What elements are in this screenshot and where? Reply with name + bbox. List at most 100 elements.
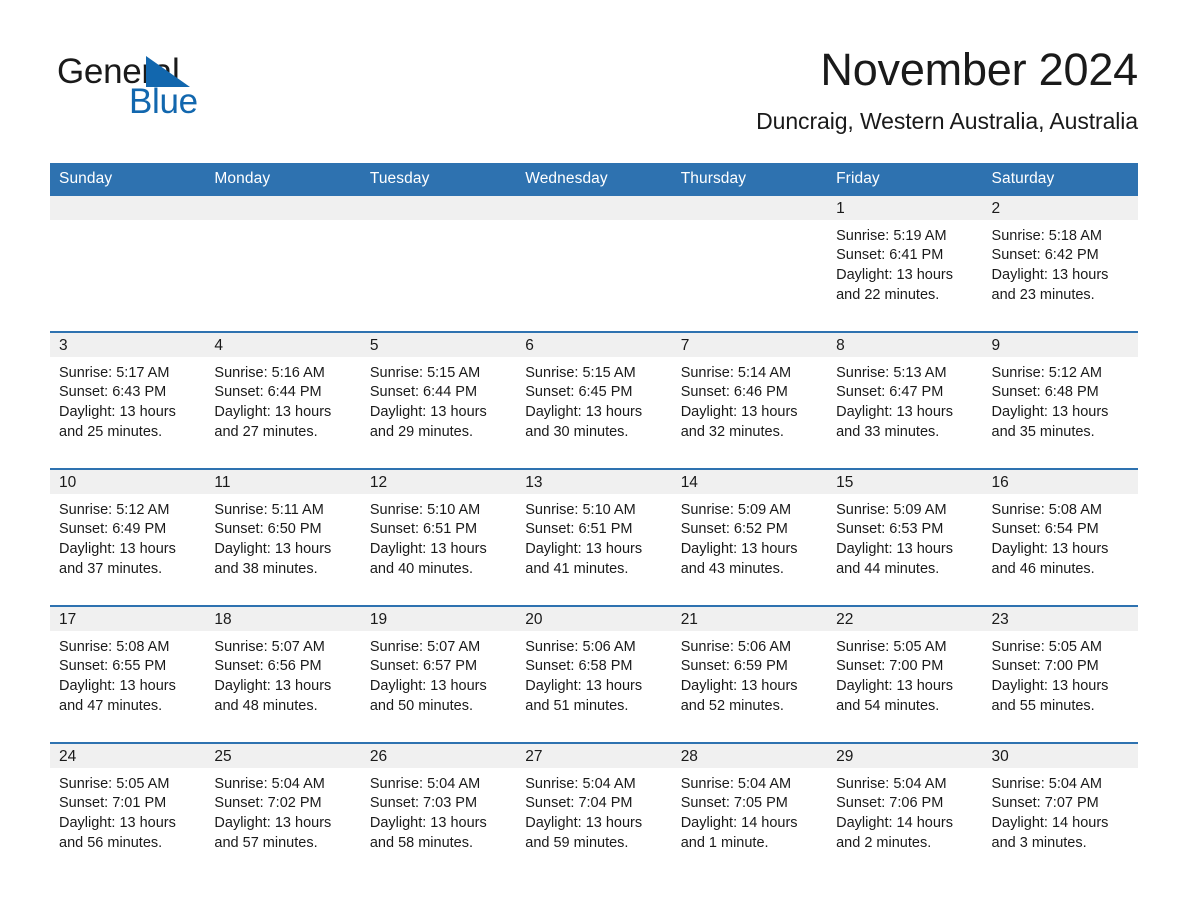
calendar-day-cell[interactable]: 27 Sunrise: 5:04 AM Sunset: 7:04 PM Dayligh… bbox=[516, 741, 672, 879]
calendar-day-cell[interactable]: 16 Sunrise: 5:08 AM Sunset: 6:54 PM Dayligh… bbox=[982, 467, 1138, 606]
calendar-day-cell[interactable]: 30 Sunrise: 5:04 AM Sunset: 7:07 PM Dayligh… bbox=[982, 741, 1138, 879]
weekday-header-sunday: Sunday bbox=[50, 162, 206, 196]
calendar-day-cell[interactable]: 10 Sunrise: 5:12 AM Sunset: 6:49 PM Dayligh… bbox=[50, 467, 206, 606]
day-number: 20 bbox=[516, 606, 672, 631]
calendar-day-cell[interactable]: 23 Sunrise: 5:05 AM Sunset: 7:00 PM Dayligh… bbox=[982, 604, 1138, 743]
daylight-text: Daylight: 13 hours and 50 minutes. bbox=[369, 678, 487, 714]
day-details: Sunrise: 5:14 AM Sunset: 6:46 PM Daylight:… bbox=[672, 357, 827, 443]
day-number bbox=[205, 195, 361, 220]
sunrise-text: Sunrise: 5:07 AM bbox=[369, 638, 481, 655]
day-number: 10 bbox=[50, 469, 206, 494]
brand-word-blue: Blue bbox=[129, 82, 198, 121]
day-number: 28 bbox=[671, 743, 828, 768]
weekday-header-monday: Monday bbox=[205, 162, 361, 196]
sunset-text: Sunset: 6:57 PM bbox=[369, 658, 478, 675]
daylight-text: Daylight: 13 hours and 47 minutes. bbox=[59, 678, 176, 714]
calendar-day-cell[interactable]: 13 Sunrise: 5:10 AM Sunset: 6:51 PM Dayligh… bbox=[516, 467, 672, 606]
brand-logo[interactable]: General Blue bbox=[57, 44, 257, 119]
calendar-day-cell[interactable]: 17 Sunrise: 5:08 AM Sunset: 6:55 PM Dayligh… bbox=[50, 604, 206, 743]
day-details: Sunrise: 5:15 AM Sunset: 6:45 PM Daylight:… bbox=[516, 357, 671, 443]
day-details: Sunrise: 5:07 AM Sunset: 6:57 PM Daylight:… bbox=[361, 631, 516, 717]
sunrise-text: Sunrise: 5:05 AM bbox=[991, 638, 1102, 655]
calendar-day-cell[interactable]: 25 Sunrise: 5:04 AM Sunset: 7:02 PM Dayligh… bbox=[205, 741, 361, 879]
daylight-text: Daylight: 13 hours and 37 minutes. bbox=[59, 541, 176, 577]
day-number: 17 bbox=[50, 606, 206, 631]
daylight-text: Daylight: 13 hours and 33 minutes. bbox=[836, 404, 953, 440]
day-number bbox=[671, 195, 828, 220]
sunrise-text: Sunrise: 5:17 AM bbox=[59, 364, 170, 381]
day-details: Sunrise: 5:17 AM Sunset: 6:43 PM Daylight:… bbox=[50, 357, 205, 443]
calendar-day-cell[interactable]: 4 Sunrise: 5:16 AM Sunset: 6:44 PM Daylight… bbox=[205, 330, 361, 469]
sunrise-text: Sunrise: 5:05 AM bbox=[836, 638, 947, 655]
sunset-text: Sunset: 6:52 PM bbox=[680, 521, 788, 538]
daylight-text: Daylight: 14 hours and 1 minute. bbox=[680, 815, 798, 851]
calendar-day-cell[interactable]: 26 Sunrise: 5:04 AM Sunset: 7:03 PM Dayligh… bbox=[360, 741, 517, 879]
weekday-header-wednesday: Wednesday bbox=[516, 162, 672, 196]
sunrise-text: Sunrise: 5:04 AM bbox=[680, 775, 792, 792]
day-number: 1 bbox=[827, 195, 983, 220]
sunrise-text: Sunrise: 5:04 AM bbox=[836, 775, 947, 792]
calendar-day-cell[interactable]: 19 Sunrise: 5:07 AM Sunset: 6:57 PM Dayligh… bbox=[360, 604, 517, 743]
sunset-text: Sunset: 6:45 PM bbox=[525, 384, 633, 401]
sunset-text: Sunset: 7:01 PM bbox=[59, 795, 167, 812]
calendar-day-cell[interactable]: 8 Sunrise: 5:13 AM Sunset: 6:47 PM Daylight… bbox=[827, 330, 983, 469]
sunrise-text: Sunrise: 5:06 AM bbox=[680, 638, 792, 655]
calendar-day-cell[interactable]: 1 Sunrise: 5:19 AM Sunset: 6:41 PM Daylight… bbox=[827, 195, 983, 332]
day-details: Sunrise: 5:15 AM Sunset: 6:44 PM Daylight:… bbox=[361, 357, 516, 443]
calendar-day-cell[interactable]: 11 Sunrise: 5:11 AM Sunset: 6:50 PM Dayligh… bbox=[205, 467, 361, 606]
sunrise-text: Sunrise: 5:14 AM bbox=[680, 364, 792, 381]
calendar-head: Sunday Monday Tuesday Wednesday Thursday… bbox=[50, 162, 1138, 196]
calendar-day-cell[interactable]: 7 Sunrise: 5:14 AM Sunset: 6:46 PM Daylight… bbox=[671, 330, 828, 469]
sunset-text: Sunset: 6:47 PM bbox=[836, 384, 944, 401]
calendar-day-cell[interactable]: 18 Sunrise: 5:07 AM Sunset: 6:56 PM Dayligh… bbox=[205, 604, 361, 743]
calendar-day-cell[interactable]: 14 Sunrise: 5:09 AM Sunset: 6:52 PM Dayligh… bbox=[671, 467, 828, 606]
day-details: Sunrise: 5:05 AM Sunset: 7:01 PM Daylight:… bbox=[50, 768, 205, 854]
day-details: Sunrise: 5:07 AM Sunset: 6:56 PM Daylight:… bbox=[205, 631, 360, 717]
calendar-day-cell[interactable]: 9 Sunrise: 5:12 AM Sunset: 6:48 PM Daylight… bbox=[982, 330, 1138, 469]
calendar-day-cell[interactable]: 22 Sunrise: 5:05 AM Sunset: 7:00 PM Dayligh… bbox=[827, 604, 983, 743]
day-number: 7 bbox=[671, 332, 828, 357]
day-number: 19 bbox=[360, 606, 517, 631]
calendar-day-cell[interactable]: 28 Sunrise: 5:04 AM Sunset: 7:05 PM Dayligh… bbox=[671, 741, 828, 879]
sunset-text: Sunset: 7:05 PM bbox=[680, 795, 788, 812]
day-details: Sunrise: 5:09 AM Sunset: 6:52 PM Daylight:… bbox=[672, 494, 827, 580]
calendar-table: Sunday Monday Tuesday Wednesday Thursday… bbox=[50, 162, 1138, 879]
day-details: Sunrise: 5:12 AM Sunset: 6:49 PM Daylight:… bbox=[50, 494, 205, 580]
sunset-text: Sunset: 7:02 PM bbox=[214, 795, 322, 812]
sunset-text: Sunset: 6:46 PM bbox=[680, 384, 788, 401]
daylight-text: Daylight: 13 hours and 52 minutes. bbox=[680, 678, 798, 714]
sunset-text: Sunset: 6:51 PM bbox=[369, 521, 478, 538]
daylight-text: Daylight: 13 hours and 48 minutes. bbox=[214, 678, 332, 714]
day-number: 14 bbox=[671, 469, 828, 494]
calendar-day-cell[interactable]: 21 Sunrise: 5:06 AM Sunset: 6:59 PM Dayligh… bbox=[671, 604, 828, 743]
calendar-day-cell[interactable]: 15 Sunrise: 5:09 AM Sunset: 6:53 PM Dayligh… bbox=[827, 467, 983, 606]
day-number bbox=[360, 195, 517, 220]
calendar-day-cell[interactable]: 3 Sunrise: 5:17 AM Sunset: 6:43 PM Daylight… bbox=[50, 330, 206, 469]
sunset-text: Sunset: 7:04 PM bbox=[525, 795, 633, 812]
page-title: November 2024 bbox=[820, 44, 1138, 95]
daylight-text: Daylight: 13 hours and 43 minutes. bbox=[680, 541, 798, 577]
calendar-day-cell[interactable]: 24 Sunrise: 5:05 AM Sunset: 7:01 PM Dayligh… bbox=[50, 741, 206, 879]
calendar-day-cell[interactable]: 29 Sunrise: 5:04 AM Sunset: 7:06 PM Dayligh… bbox=[827, 741, 983, 879]
calendar-day-cell[interactable]: 20 Sunrise: 5:06 AM Sunset: 6:58 PM Dayligh… bbox=[516, 604, 672, 743]
day-details: Sunrise: 5:12 AM Sunset: 6:48 PM Daylight:… bbox=[983, 357, 1138, 443]
sunset-text: Sunset: 6:48 PM bbox=[991, 384, 1099, 401]
calendar-day-cell[interactable]: 2 Sunrise: 5:18 AM Sunset: 6:42 PM Daylight… bbox=[982, 195, 1138, 332]
calendar-day-cell[interactable]: 5 Sunrise: 5:15 AM Sunset: 6:44 PM Daylight… bbox=[360, 330, 517, 469]
daylight-text: Daylight: 13 hours and 51 minutes. bbox=[525, 678, 643, 714]
sunset-text: Sunset: 7:00 PM bbox=[836, 658, 944, 675]
day-number bbox=[516, 195, 672, 220]
day-details: Sunrise: 5:19 AM Sunset: 6:41 PM Daylight:… bbox=[827, 220, 982, 306]
sunset-text: Sunset: 7:00 PM bbox=[991, 658, 1099, 675]
calendar-day-cell-empty bbox=[360, 195, 517, 332]
sunset-text: Sunset: 6:43 PM bbox=[59, 384, 167, 401]
calendar-day-cell[interactable]: 12 Sunrise: 5:10 AM Sunset: 6:51 PM Dayligh… bbox=[360, 467, 517, 606]
day-number: 15 bbox=[827, 469, 983, 494]
sunrise-text: Sunrise: 5:11 AM bbox=[214, 501, 324, 518]
calendar-day-cell[interactable]: 6 Sunrise: 5:15 AM Sunset: 6:45 PM Daylight… bbox=[516, 330, 672, 469]
daylight-text: Daylight: 13 hours and 29 minutes. bbox=[369, 404, 487, 440]
weekday-header-thursday: Thursday bbox=[671, 162, 828, 196]
day-details: Sunrise: 5:18 AM Sunset: 6:42 PM Daylight:… bbox=[983, 220, 1138, 306]
day-number: 12 bbox=[360, 469, 517, 494]
day-details: Sunrise: 5:04 AM Sunset: 7:05 PM Daylight:… bbox=[672, 768, 827, 854]
